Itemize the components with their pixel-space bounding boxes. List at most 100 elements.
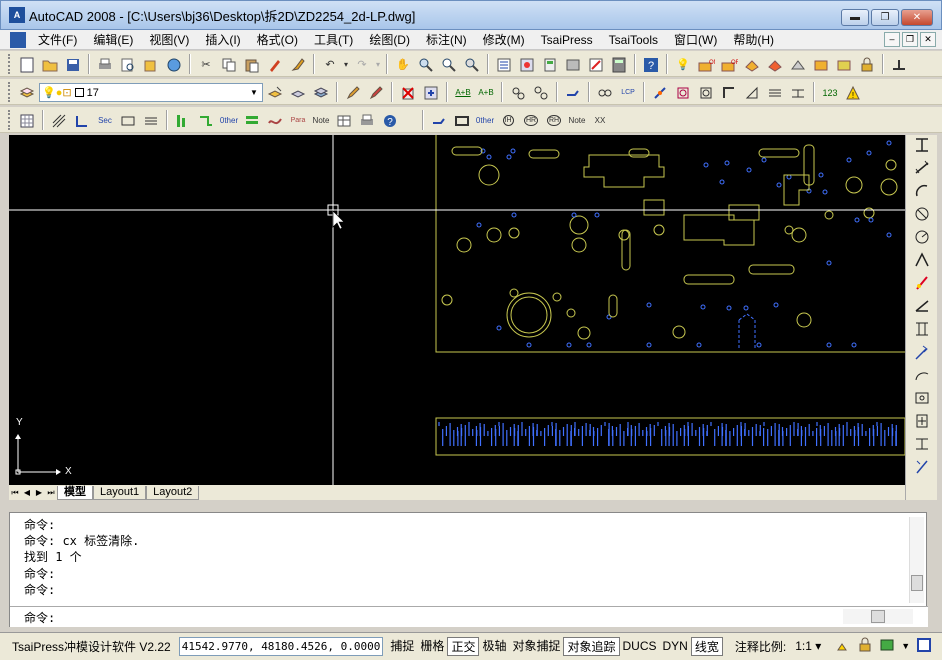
close-button[interactable]: ✕	[901, 9, 933, 26]
menu-edit[interactable]: 编辑(E)	[85, 31, 141, 48]
hr-icon[interactable]: HR	[520, 110, 542, 131]
ordinate-dimension-icon[interactable]	[909, 205, 935, 227]
ih-icon[interactable]: IH	[497, 110, 519, 131]
corner-icon[interactable]	[718, 82, 740, 103]
toolbar-grip[interactable]	[8, 110, 12, 130]
menu-tsaipress[interactable]: TsaiPress	[533, 33, 601, 47]
redo-dropdown-icon[interactable]: ▾	[374, 54, 382, 75]
markup-manager-icon[interactable]	[585, 54, 607, 75]
layer-off-icon[interactable]: OFF	[718, 54, 740, 75]
a-plus-b-icon[interactable]: A+B	[452, 82, 474, 103]
osnap-toggle[interactable]: 对象捕捉	[509, 637, 563, 656]
command-hscroll[interactable]	[843, 609, 913, 624]
ducs-toggle[interactable]: DUCS	[620, 637, 660, 656]
inspection-icon[interactable]	[909, 435, 935, 457]
layer-states-icon[interactable]	[310, 82, 332, 103]
maximize-button[interactable]: ❐	[871, 9, 899, 26]
plot-preview-icon[interactable]	[117, 54, 139, 75]
menu-format[interactable]: 格式(O)	[249, 31, 306, 48]
angular-dimension-icon[interactable]	[909, 251, 935, 273]
grid-toggle[interactable]: 栅格	[417, 637, 447, 656]
new-icon[interactable]	[16, 54, 38, 75]
document-menu-icon[interactable]	[10, 31, 26, 48]
circles-icon[interactable]	[530, 82, 552, 103]
cut-icon[interactable]: ✂	[195, 54, 217, 75]
tab-layout2[interactable]: Layout2	[146, 485, 200, 500]
note-icon[interactable]: Note	[310, 110, 332, 131]
layer-thaw-icon[interactable]	[764, 54, 786, 75]
zoom-previous-icon[interactable]	[461, 54, 483, 75]
layers-stack-icon[interactable]	[140, 110, 162, 131]
menu-draw[interactable]: 绘图(D)	[361, 31, 418, 48]
copy-icon[interactable]	[218, 54, 240, 75]
properties-icon[interactable]	[493, 54, 515, 75]
dimension-icon[interactable]	[787, 82, 809, 103]
menu-file[interactable]: 文件(F)	[30, 31, 85, 48]
layer-properties-manager-icon[interactable]	[16, 82, 38, 103]
pencil-tool-icon[interactable]	[342, 82, 364, 103]
layer-on-icon[interactable]: ON	[695, 54, 717, 75]
continue-dimension-icon[interactable]	[909, 320, 935, 342]
convert-icon[interactable]	[420, 82, 442, 103]
zoom-realtime-icon[interactable]	[415, 54, 437, 75]
menu-window[interactable]: 窗口(W)	[666, 31, 725, 48]
number-123-icon[interactable]: 123	[819, 82, 841, 103]
menu-tsaitools[interactable]: TsaiTools	[601, 33, 666, 47]
layer-match-icon[interactable]	[810, 54, 832, 75]
layer-freeze-icon[interactable]	[741, 54, 763, 75]
target-icon[interactable]	[672, 82, 694, 103]
doc-restore-button[interactable]: ❐	[902, 32, 918, 47]
print-icon[interactable]	[94, 54, 116, 75]
arc-length-icon[interactable]	[909, 182, 935, 204]
baseline-dimension-icon[interactable]	[909, 297, 935, 319]
grid-icon[interactable]	[16, 110, 38, 131]
window-frame-icon[interactable]	[451, 110, 473, 131]
tolerance-icon[interactable]	[909, 389, 935, 411]
doc-minimize-button[interactable]: –	[884, 32, 900, 47]
toolbar-grip[interactable]	[8, 54, 12, 74]
help-circle-icon[interactable]: ?	[379, 110, 401, 131]
layer-lock-icon[interactable]	[856, 54, 878, 75]
quickcalc-icon[interactable]	[608, 54, 630, 75]
drawing-canvas[interactable]: Y X	[9, 135, 905, 485]
ortho-toggle[interactable]: 正交	[447, 637, 480, 656]
wave-icon[interactable]	[264, 110, 286, 131]
square-target-icon[interactable]	[695, 82, 717, 103]
autocad-app-icon[interactable]: A	[9, 7, 25, 23]
snap-toggle[interactable]: 捕捉	[387, 637, 417, 656]
tab-layout1[interactable]: Layout1	[93, 485, 147, 500]
menu-tools[interactable]: 工具(T)	[306, 31, 361, 48]
menu-insert[interactable]: 插入(I)	[197, 31, 248, 48]
undo-dropdown-icon[interactable]: ▾	[342, 54, 350, 75]
lines-icon[interactable]	[764, 82, 786, 103]
pan-icon[interactable]: ✋	[392, 54, 414, 75]
pencil-red-icon[interactable]	[365, 82, 387, 103]
tab-model[interactable]: 模型	[57, 485, 93, 500]
toolbar-grip[interactable]	[8, 82, 12, 102]
zoom-window-icon[interactable]	[438, 54, 460, 75]
layer-tool-icon[interactable]	[833, 54, 855, 75]
tool-palettes-icon[interactable]	[539, 54, 561, 75]
linked-circles-icon[interactable]	[507, 82, 529, 103]
annotation-scale-value[interactable]: 1:1 ▾	[792, 637, 824, 656]
center-mark-icon[interactable]	[909, 412, 935, 434]
menu-help[interactable]: 帮助(H)	[725, 31, 782, 48]
other-alt-icon[interactable]: 0ther	[474, 110, 496, 131]
tray-settings-icon[interactable]	[876, 637, 898, 656]
otrack-toggle[interactable]: 对象追踪	[563, 637, 620, 656]
dimension-space-icon[interactable]	[909, 343, 935, 365]
green-bars-icon[interactable]	[172, 110, 194, 131]
polar-toggle[interactable]: 极轴	[479, 637, 509, 656]
tab-prev-button[interactable]: ◀	[21, 488, 33, 497]
menu-view[interactable]: 视图(V)	[141, 31, 197, 48]
aligned-dimension-icon[interactable]	[909, 159, 935, 181]
note-alt-icon[interactable]: Note	[566, 110, 588, 131]
help-icon[interactable]: ?	[640, 54, 662, 75]
green-stack-icon[interactable]	[241, 110, 263, 131]
annotation-visibility-icon[interactable]	[832, 637, 854, 656]
status-menu-icon[interactable]: ▼	[898, 637, 913, 656]
menu-dimension[interactable]: 标注(N)	[418, 31, 475, 48]
make-object-layer-current-icon[interactable]	[264, 82, 286, 103]
command-scrollbar[interactable]	[909, 517, 924, 603]
flow-icon[interactable]	[195, 110, 217, 131]
